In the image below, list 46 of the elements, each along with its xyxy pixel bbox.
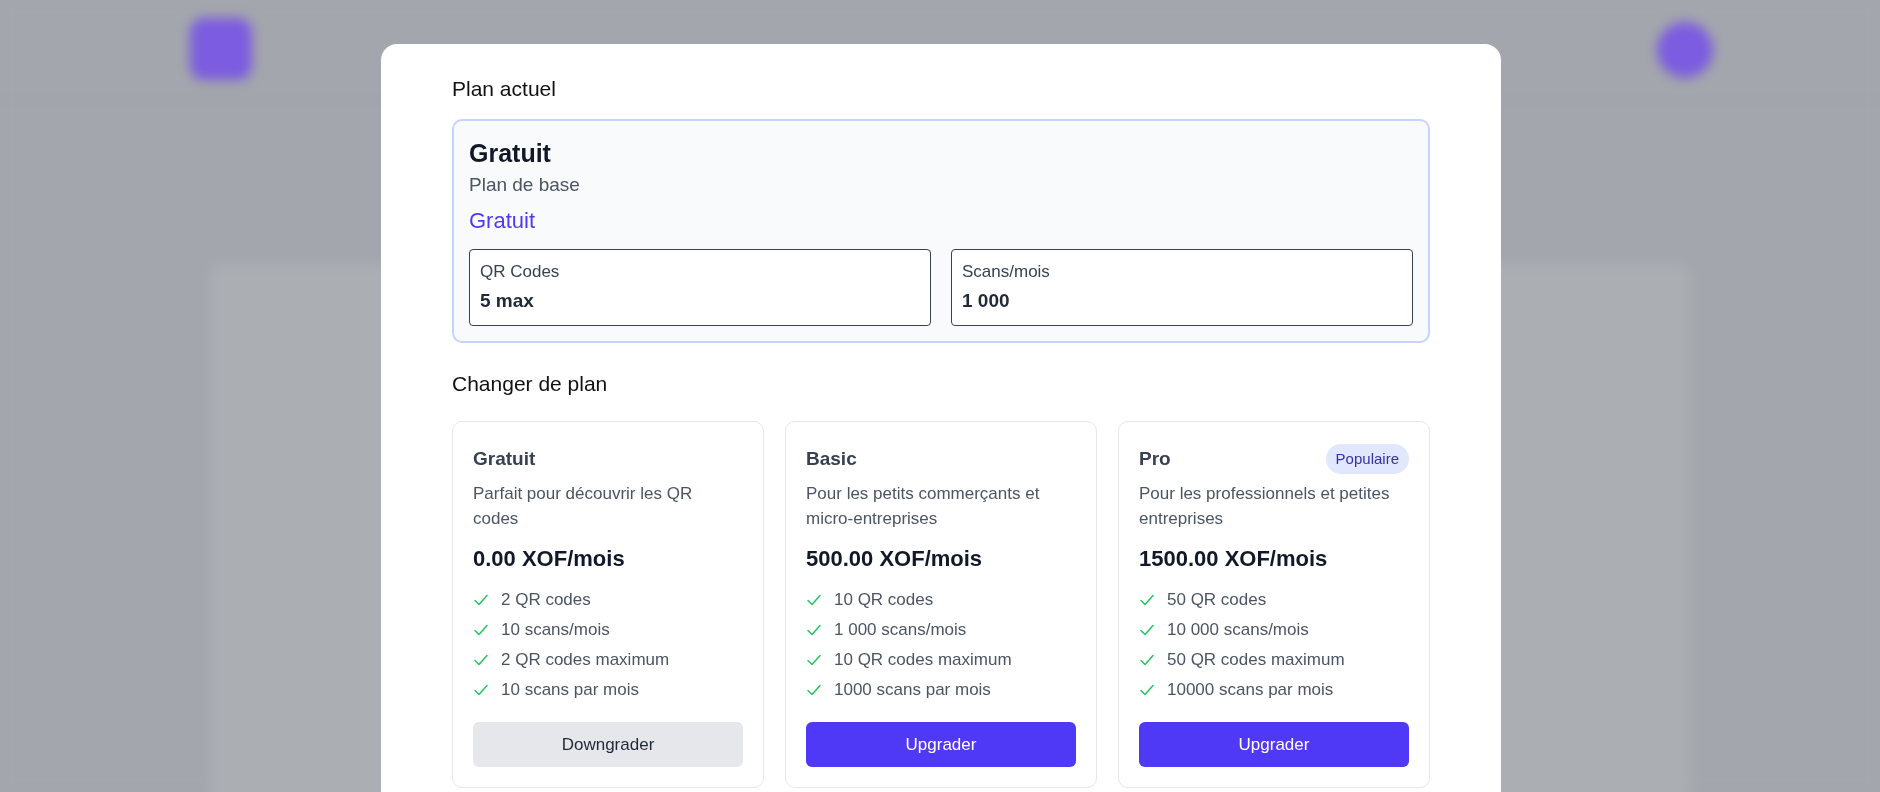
plan-title: Pro — [1139, 446, 1171, 471]
feature-text: 10 QR codes — [834, 589, 934, 611]
plan-price: 0.00 XOF/mois — [473, 545, 626, 573]
feature-text: 50 QR codes — [1167, 589, 1267, 611]
plan-title: Gratuit — [473, 446, 536, 471]
popular-badge: Populaire — [1325, 443, 1409, 475]
plan-description: Parfait pour découvrir les QR codes — [473, 483, 694, 530]
stat-label: QR Codes — [480, 261, 561, 283]
plan-price: 500.00 XOF/mois — [806, 545, 984, 573]
check-icon — [1139, 622, 1155, 638]
feature-text: 50 QR codes maximum — [1167, 649, 1345, 671]
feature-text: 1000 scans par mois — [834, 679, 991, 701]
feature-text: 10 scans/mois — [501, 619, 610, 641]
check-icon — [806, 682, 822, 698]
plan-description: Pour les professionnels et petites entreprises — [1139, 483, 1391, 530]
plan-description: Pour les petits commerçants et micro-entreprises — [806, 483, 1041, 530]
plan-price: 1500.00 XOF/mois — [1139, 545, 1329, 573]
stat-label: Scans/mois — [962, 261, 1051, 283]
section-heading: Changer de plan — [452, 371, 609, 397]
check-icon — [1139, 682, 1155, 698]
plan-action-button[interactable]: Downgrader — [473, 722, 743, 767]
stat-value: 1 000 — [962, 289, 1011, 313]
plan-action-button[interactable]: Upgrader — [1139, 722, 1409, 767]
stat-value: 5 max — [480, 289, 535, 313]
check-icon — [806, 592, 822, 608]
check-icon — [1139, 652, 1155, 668]
check-icon — [1139, 592, 1155, 608]
check-icon — [806, 652, 822, 668]
plan-name: Gratuit — [469, 138, 552, 168]
feature-text: 10 QR codes maximum — [834, 649, 1012, 671]
plan-description: Plan de base — [469, 173, 581, 197]
feature-text: 1 000 scans/mois — [834, 619, 967, 641]
feature-text: 10000 scans par mois — [1167, 679, 1334, 701]
plan-action-button[interactable]: Upgrader — [806, 722, 1076, 767]
plan-price: Gratuit — [469, 207, 537, 235]
plan-title: Basic — [806, 446, 857, 471]
check-icon — [473, 592, 489, 608]
check-icon — [473, 622, 489, 638]
check-icon — [473, 682, 489, 698]
section-heading: Plan actuel — [452, 76, 557, 102]
feature-text: 2 QR codes — [501, 589, 591, 611]
check-icon — [473, 652, 489, 668]
feature-text: 2 QR codes maximum — [501, 649, 670, 671]
check-icon — [806, 622, 822, 638]
feature-text: 10 000 scans/mois — [1167, 619, 1309, 641]
feature-text: 10 scans par mois — [501, 679, 639, 701]
